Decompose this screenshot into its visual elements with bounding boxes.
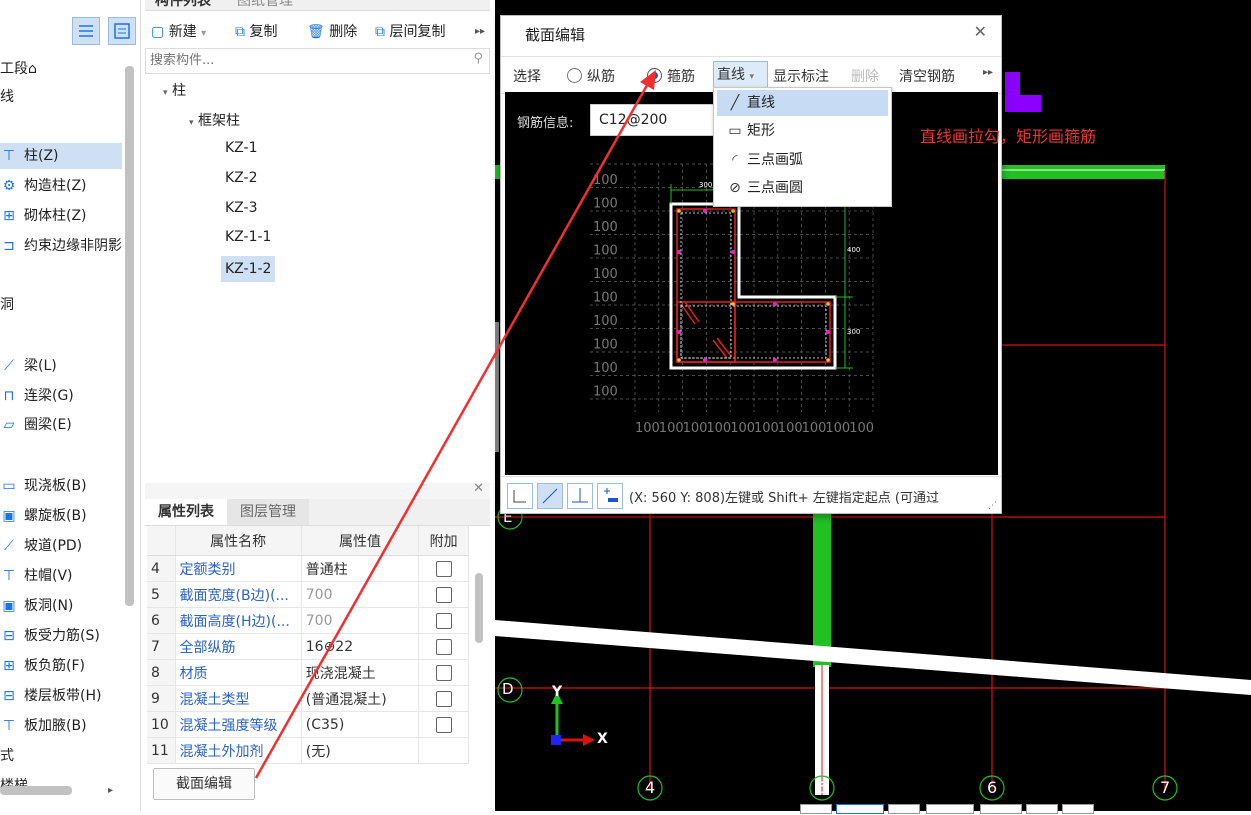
toolbar-button[interactable] (800, 804, 832, 814)
annotation-arrow (254, 70, 656, 779)
toolbar-button[interactable] (1026, 804, 1058, 814)
toolbar-button[interactable] (888, 804, 920, 814)
toolbar-button[interactable] (836, 804, 884, 814)
toolbar-button[interactable] (926, 804, 974, 814)
bottom-toolbar (800, 802, 1100, 814)
toolbar-button[interactable] (980, 804, 1022, 814)
toolbar-button[interactable] (1062, 804, 1094, 814)
